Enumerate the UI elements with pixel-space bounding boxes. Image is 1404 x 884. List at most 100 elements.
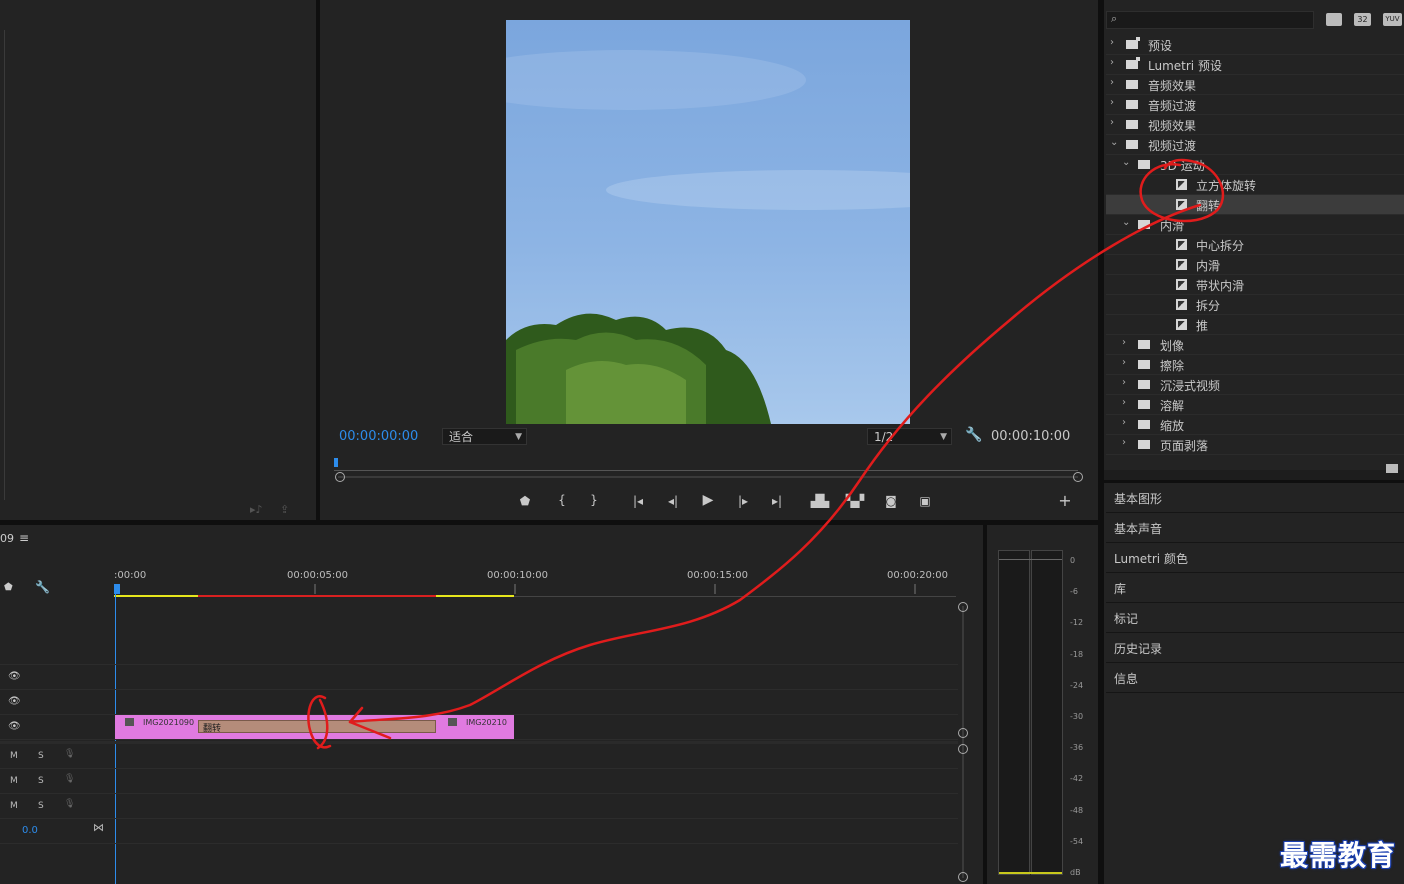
- add-marker-icon[interactable]: ⬟: [515, 493, 535, 509]
- scroll-handle-icon[interactable]: [958, 602, 968, 612]
- effect-folder[interactable]: › 沉浸式视频: [1106, 375, 1404, 395]
- resolution-dropdown[interactable]: 1/2 ▼: [867, 428, 952, 445]
- panel-menu-icon[interactable]: ≡: [19, 531, 29, 545]
- chevron-down-icon[interactable]: ⌄: [1122, 157, 1130, 168]
- chevron-right-icon[interactable]: ›: [1122, 357, 1126, 368]
- effect-folder[interactable]: ⌄ 视频过渡: [1106, 135, 1404, 155]
- master-volume[interactable]: 0.0: [22, 825, 38, 836]
- transition-clip[interactable]: 翻转: [198, 720, 436, 734]
- video-track-v2[interactable]: 👁: [0, 690, 958, 715]
- master-track[interactable]: [0, 819, 958, 844]
- audio-track[interactable]: M S 🎙: [0, 744, 958, 769]
- export-icon[interactable]: ⇪: [280, 503, 289, 516]
- mute-button[interactable]: M: [10, 801, 18, 811]
- accelerated-effects-icon[interactable]: [1326, 13, 1342, 26]
- master-bowtie-icon[interactable]: ⋈: [93, 821, 104, 834]
- scroll-handle-icon[interactable]: [958, 744, 968, 754]
- chevron-right-icon[interactable]: ›: [1122, 437, 1126, 448]
- effect-folder[interactable]: › 擦除: [1106, 355, 1404, 375]
- chevron-down-icon[interactable]: ⌄: [1122, 217, 1130, 228]
- insert-audio-icon[interactable]: ▸♪: [250, 503, 263, 516]
- wrench-icon[interactable]: 🔧: [965, 427, 982, 443]
- eye-icon[interactable]: 👁: [8, 671, 22, 682]
- add-button-icon[interactable]: +: [1055, 493, 1075, 509]
- lift-icon[interactable]: ▟▙: [810, 493, 830, 509]
- effect-item[interactable]: 带状内滑: [1106, 275, 1404, 295]
- chevron-right-icon[interactable]: ›: [1110, 37, 1114, 48]
- chevron-right-icon[interactable]: ›: [1122, 337, 1126, 348]
- effect-item[interactable]: 立方体旋转: [1106, 175, 1404, 195]
- chevron-right-icon[interactable]: ›: [1122, 377, 1126, 388]
- go-to-in-icon[interactable]: |◂: [628, 493, 648, 509]
- effect-item[interactable]: 拆分: [1106, 295, 1404, 315]
- chevron-down-icon[interactable]: ⌄: [1110, 137, 1118, 148]
- new-bin-icon[interactable]: [1386, 464, 1398, 473]
- zoom-handle-left[interactable]: [335, 472, 345, 482]
- effect-folder[interactable]: › 视频效果: [1106, 115, 1404, 135]
- playhead-marker[interactable]: [334, 458, 338, 467]
- side-panel-tab[interactable]: 基本图形: [1106, 484, 1404, 513]
- audio-track[interactable]: M S 🎙: [0, 794, 958, 819]
- effect-folder[interactable]: › 划像: [1106, 335, 1404, 355]
- scroll-handle-icon[interactable]: [958, 872, 968, 882]
- effect-folder[interactable]: › Lumetri 预设: [1106, 55, 1404, 75]
- 32bit-badge-icon[interactable]: 32: [1354, 13, 1371, 26]
- add-marker-icon[interactable]: ⬟: [4, 582, 13, 593]
- zoom-scrollbar[interactable]: [338, 476, 1078, 478]
- side-panel-tab[interactable]: 基本声音: [1106, 514, 1404, 543]
- microphone-icon[interactable]: 🎙: [64, 749, 75, 759]
- chevron-right-icon[interactable]: ›: [1122, 417, 1126, 428]
- mark-out-icon[interactable]: }: [584, 492, 604, 508]
- microphone-icon[interactable]: 🎙: [64, 799, 75, 809]
- side-panel-tab[interactable]: 标记: [1106, 604, 1404, 633]
- compare-icon[interactable]: ▣: [915, 493, 935, 509]
- scroll-handle-icon[interactable]: [958, 728, 968, 738]
- eye-icon[interactable]: 👁: [8, 721, 22, 732]
- effect-item[interactable]: 中心拆分: [1106, 235, 1404, 255]
- fit-dropdown[interactable]: 适合 ▼: [442, 428, 527, 445]
- mute-button[interactable]: M: [10, 776, 18, 786]
- zoom-handle-right[interactable]: [1073, 472, 1083, 482]
- effect-folder[interactable]: › 音频过渡: [1106, 95, 1404, 115]
- eye-icon[interactable]: 👁: [8, 696, 22, 707]
- timeline-playhead-marker[interactable]: [114, 584, 120, 594]
- work-area-bar-red[interactable]: [198, 595, 436, 597]
- monitor-ruler[interactable]: [334, 458, 1078, 471]
- effect-folder[interactable]: › 页面剥落: [1106, 435, 1404, 455]
- side-panel-tab[interactable]: 库: [1106, 574, 1404, 603]
- solo-button[interactable]: S: [38, 751, 44, 761]
- chevron-right-icon[interactable]: ›: [1110, 117, 1114, 128]
- mark-in-icon[interactable]: {: [552, 492, 572, 508]
- work-area-bar-yellow-left[interactable]: [114, 595, 198, 597]
- current-timecode[interactable]: 00:00:00:00: [339, 429, 418, 444]
- side-panel-tab[interactable]: 信息: [1106, 664, 1404, 693]
- step-back-icon[interactable]: ◂|: [663, 493, 683, 509]
- step-forward-icon[interactable]: |▸: [733, 493, 753, 509]
- effect-folder[interactable]: ⌄ 内滑: [1106, 215, 1404, 235]
- sequence-tab-label[interactable]: 09: [0, 532, 14, 545]
- effects-search-input[interactable]: ⌕: [1106, 11, 1314, 29]
- chevron-right-icon[interactable]: ›: [1110, 77, 1114, 88]
- extract-icon[interactable]: ▚▞: [845, 493, 865, 509]
- chevron-right-icon[interactable]: ›: [1122, 397, 1126, 408]
- mute-button[interactable]: M: [10, 751, 18, 761]
- effect-folder[interactable]: ⌄ 3D 运动: [1106, 155, 1404, 175]
- solo-button[interactable]: S: [38, 801, 44, 811]
- effect-folder[interactable]: › 溶解: [1106, 395, 1404, 415]
- side-panel-tab[interactable]: 历史记录: [1106, 634, 1404, 663]
- play-icon[interactable]: ▶: [698, 492, 718, 508]
- chevron-right-icon[interactable]: ›: [1110, 97, 1114, 108]
- chevron-right-icon[interactable]: ›: [1110, 57, 1114, 68]
- yuv-badge-icon[interactable]: YUV: [1383, 13, 1402, 26]
- timeline-scrollbar[interactable]: [962, 606, 964, 878]
- solo-button[interactable]: S: [38, 776, 44, 786]
- side-panel-tab[interactable]: Lumetri 颜色: [1106, 544, 1404, 573]
- microphone-icon[interactable]: 🎙: [64, 774, 75, 784]
- effect-item[interactable]: 翻转: [1106, 195, 1404, 215]
- video-track-v3[interactable]: 👁: [0, 665, 958, 690]
- camera-icon[interactable]: ◙: [881, 493, 901, 509]
- audio-track[interactable]: M S 🎙: [0, 769, 958, 794]
- wrench-icon[interactable]: 🔧: [35, 580, 50, 594]
- effect-item[interactable]: 推: [1106, 315, 1404, 335]
- go-to-out-icon[interactable]: ▸|: [767, 493, 787, 509]
